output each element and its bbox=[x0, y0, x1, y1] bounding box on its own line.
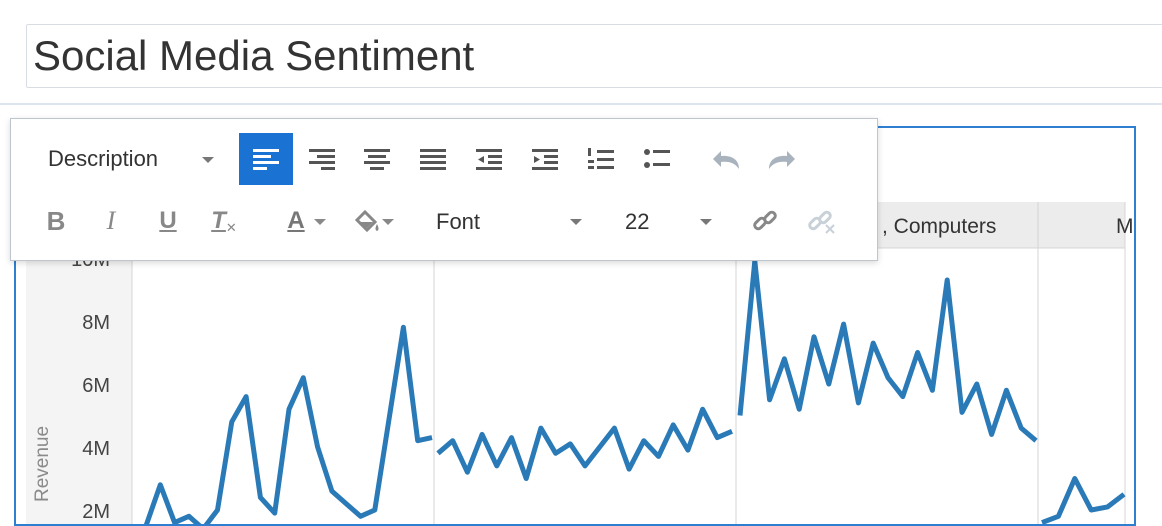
y-tick-label: 4M bbox=[82, 438, 110, 460]
justify-button[interactable] bbox=[406, 133, 460, 185]
clear-format-button[interactable]: T ✕ bbox=[197, 195, 251, 247]
insert-link-button[interactable] bbox=[738, 195, 792, 247]
italic-button[interactable]: I bbox=[84, 195, 138, 247]
link-icon bbox=[753, 210, 777, 231]
font-size-caret[interactable] bbox=[700, 219, 712, 225]
y-tick-label: 6M bbox=[82, 375, 110, 397]
italic-icon: I bbox=[106, 206, 116, 235]
clear-format-icon: T bbox=[211, 207, 226, 234]
align-left-icon bbox=[253, 149, 279, 170]
panel-header-4: M bbox=[1116, 215, 1134, 238]
series-line-panel-2 bbox=[436, 406, 733, 481]
paragraph-style-select[interactable]: Description bbox=[48, 146, 158, 172]
clear-format-x-icon: ✕ bbox=[225, 220, 237, 235]
font-family-select[interactable]: Font bbox=[436, 209, 480, 235]
series-line-panel-3 bbox=[737, 258, 1038, 443]
align-right-button[interactable] bbox=[295, 133, 349, 185]
outdent-icon bbox=[476, 149, 502, 170]
header-divider bbox=[0, 103, 1162, 105]
dashboard-title-input[interactable] bbox=[26, 24, 1162, 88]
align-left-button[interactable] bbox=[239, 133, 293, 185]
series-lines bbox=[143, 258, 1126, 524]
indent-button[interactable] bbox=[518, 133, 572, 185]
numbered-list-icon bbox=[588, 148, 614, 169]
redo-button[interactable] bbox=[755, 133, 809, 185]
font-color-caret[interactable] bbox=[314, 219, 326, 225]
numbered-list-button[interactable] bbox=[574, 133, 628, 185]
underline-icon: U bbox=[159, 207, 177, 234]
redo-icon bbox=[769, 151, 795, 169]
undo-icon bbox=[713, 151, 739, 169]
y-axis-title: Revenue bbox=[32, 426, 53, 502]
paint-bucket-icon bbox=[354, 209, 379, 233]
outdent-button[interactable] bbox=[462, 133, 516, 185]
highlight-color-caret[interactable] bbox=[382, 219, 394, 225]
align-center-icon bbox=[364, 149, 390, 170]
font-color-icon: A bbox=[287, 207, 305, 234]
bullet-list-button[interactable] bbox=[630, 133, 684, 185]
rich-text-toolbar: Description B I U T ✕ A Font 22 bbox=[10, 118, 878, 261]
bold-button[interactable]: B bbox=[29, 195, 83, 247]
paragraph-style-caret[interactable] bbox=[202, 157, 214, 163]
y-tick-label: 8M bbox=[82, 312, 110, 334]
bold-icon: B bbox=[46, 205, 66, 236]
undo-button[interactable] bbox=[699, 133, 753, 185]
series-line-panel-1 bbox=[143, 324, 433, 524]
y-tick-label: 2M bbox=[82, 501, 110, 523]
remove-link-button[interactable] bbox=[794, 195, 848, 247]
indent-icon bbox=[532, 149, 558, 170]
unlink-icon bbox=[808, 210, 835, 234]
bullet-list-icon bbox=[644, 149, 670, 168]
align-center-button[interactable] bbox=[350, 133, 404, 185]
panel-header-3: , Computers bbox=[882, 215, 996, 238]
font-size-select[interactable]: 22 bbox=[625, 209, 649, 235]
underline-button[interactable]: U bbox=[141, 195, 195, 247]
align-right-icon bbox=[309, 149, 335, 170]
font-family-caret[interactable] bbox=[570, 219, 582, 225]
justify-icon bbox=[420, 149, 446, 170]
